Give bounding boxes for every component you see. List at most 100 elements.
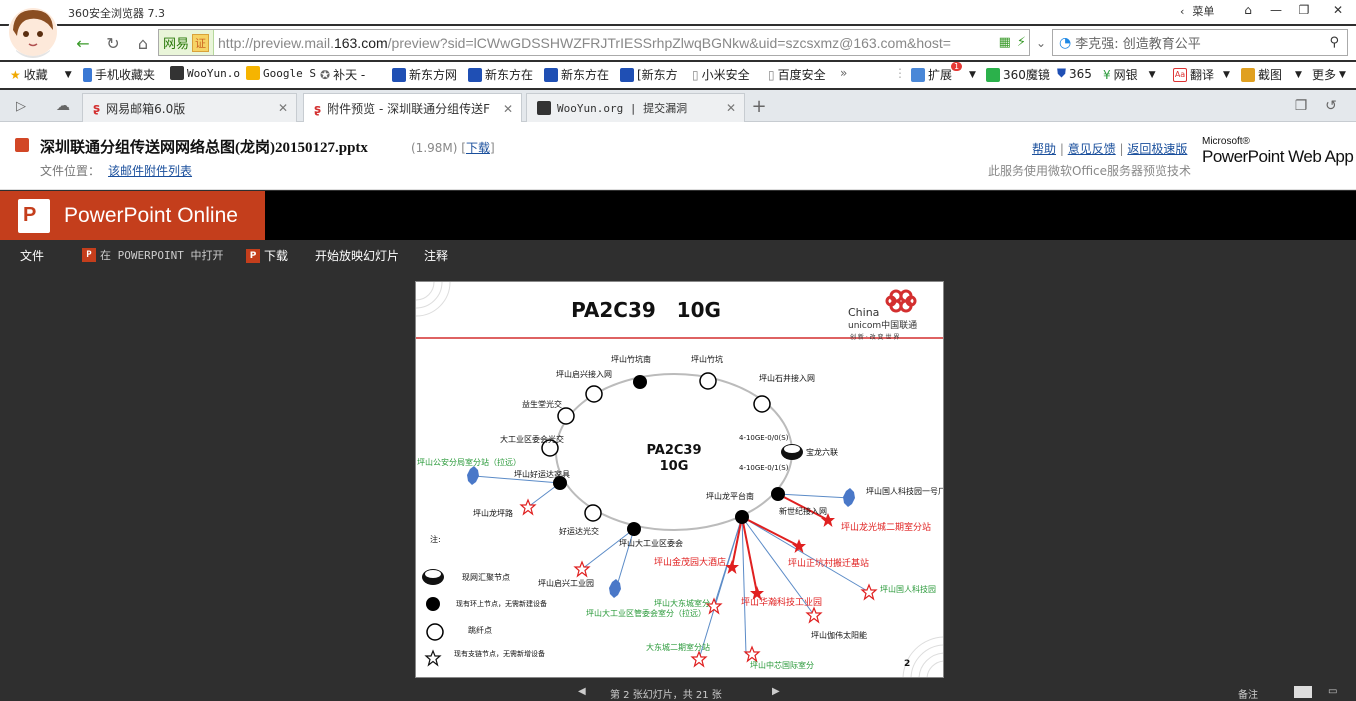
- fav-item-butian[interactable]: ✪ 补天 -: [320, 66, 365, 83]
- menu-button[interactable]: ‹ 菜单: [1180, 0, 1214, 22]
- tab-list-icon[interactable]: ❐: [1288, 93, 1314, 119]
- close-icon[interactable]: ✕: [503, 102, 513, 116]
- home-icon[interactable]: ⌂: [130, 30, 156, 56]
- menu-file[interactable]: 文件: [20, 247, 44, 264]
- address-bar[interactable]: 网易 证 http://preview.mail.163.com/preview…: [158, 29, 1030, 56]
- status-bar: ◀ 第 2 张幻灯片，共 21 张 ▶ 备注 ▭: [0, 686, 1356, 701]
- pin-icon[interactable]: ⌂: [1234, 0, 1262, 20]
- node-black-zhukeng-nan: [633, 375, 647, 389]
- powerpoint-icon: P: [82, 248, 96, 262]
- prev-slide-icon[interactable]: ◀: [578, 686, 586, 697]
- toolbar-365[interactable]: ⛊ 365: [1057, 66, 1092, 81]
- logo-line1: China: [848, 306, 879, 319]
- label-dadong-2: 大东城二期室分站: [646, 642, 710, 652]
- close-icon[interactable]: ✕: [726, 101, 736, 115]
- tool-label: 365: [1069, 66, 1092, 81]
- tool-label: 更多: [1312, 68, 1337, 82]
- legend-hub-icon: [422, 569, 444, 585]
- close-icon[interactable]: ✕: [278, 101, 288, 115]
- close-icon[interactable]: ✕: [1324, 0, 1352, 20]
- label-haoyunda: 坪山好运达家具: [514, 469, 570, 479]
- new-tab-icon[interactable]: +: [746, 93, 772, 119]
- label-port1: 4-10GE-0/0(S): [739, 434, 789, 442]
- corner-decoration-icon: [416, 282, 943, 677]
- menu-open-in-powerpoint[interactable]: P 在 POWERPOINT 中打开: [82, 247, 223, 263]
- fav-item-wooyun[interactable]: WooYun.o: [170, 66, 240, 80]
- toolbar-more[interactable]: 更多 ▼: [1312, 66, 1346, 83]
- label-huahan: 坪山华瀚科技工业园: [741, 596, 822, 608]
- label-longguang: 坪山龙光城二期室分站: [841, 521, 931, 533]
- powerpoint-header: P PowerPoint Online: [0, 191, 1356, 240]
- toolbar-ebank[interactable]: ¥ 网银 ▼: [1103, 66, 1156, 83]
- fav-item-google[interactable]: Google S: [246, 66, 316, 80]
- user-avatar[interactable]: [8, 6, 58, 58]
- powerpoint-brand: P PowerPoint Online: [0, 191, 265, 240]
- slide-page-number: 2: [904, 659, 910, 669]
- lightning-icon[interactable]: ⚡: [1014, 35, 1029, 50]
- node-star-longping-lu-icon: [520, 499, 536, 515]
- fav-item-xdf-4[interactable]: [新东方: [620, 66, 678, 83]
- chevron-down-icon: ▼: [1148, 69, 1156, 80]
- menu-start-slideshow[interactable]: 开始放映幻灯片: [315, 247, 399, 264]
- label-zhukeng-nan: 坪山竹坑南: [611, 354, 651, 364]
- favorites-menu[interactable]: ★ 收藏 ▼: [10, 66, 72, 83]
- fav-item-xdf-2[interactable]: 新东方在: [468, 66, 533, 83]
- cloud-icon[interactable]: ☁: [50, 93, 76, 119]
- undo-close-icon[interactable]: ↺: [1318, 93, 1344, 119]
- navigation-bar: ← ↻ ⌂ 网易 证 http://preview.mail.163.com/p…: [0, 26, 1356, 60]
- legend-item-branch: 现有支链节点，无需新增设备: [454, 649, 545, 658]
- reading-view-icon[interactable]: [1294, 686, 1312, 698]
- fav-label: 百度安全: [777, 68, 826, 82]
- dropdown-chevron-icon[interactable]: ⌄: [1028, 30, 1054, 56]
- tool-label: 截图: [1258, 68, 1283, 82]
- service-note: 此服务使用微软Office服务器预览技术: [988, 164, 1192, 178]
- url-text[interactable]: http://preview.mail.163.com/preview?sid=…: [214, 35, 996, 51]
- attachment-header: 深圳联通分组传送网网络总图(龙岗)20150127.pptx (1.98M) […: [0, 122, 1356, 190]
- next-slide-icon[interactable]: ▶: [772, 686, 780, 697]
- restore-icon[interactable]: ❐: [1290, 0, 1318, 20]
- qrcode-icon[interactable]: ▦: [996, 35, 1014, 50]
- node-star-dadong2-icon: [691, 651, 707, 667]
- tab-wooyun[interactable]: WooYun.org | 提交漏洞 ✕: [526, 93, 745, 122]
- minimize-icon[interactable]: —: [1262, 0, 1290, 20]
- tab-label: 附件预览 - 深圳联通分组传送F: [327, 102, 491, 116]
- fav-item-baidu[interactable]: ▯ 百度安全: [768, 66, 826, 83]
- fav-item-xdf-3[interactable]: 新东方在: [544, 66, 609, 83]
- tool-label: 扩展: [928, 68, 953, 82]
- fav-item-xdf-1[interactable]: 新东方网: [392, 66, 457, 83]
- sidebar-toggle-icon[interactable]: ▷: [8, 93, 34, 119]
- back-icon[interactable]: ←: [70, 30, 96, 56]
- search-box[interactable]: ◔ 李克强: 创造教育公平 ⚲: [1052, 29, 1348, 56]
- url-rest: /preview?sid=lCWwGDSSHWZFRJTrIESSrhpZlwq…: [387, 34, 951, 51]
- feedback-link[interactable]: 意见反馈: [1068, 142, 1116, 156]
- toolbar-mojing[interactable]: 360魔镜: [986, 66, 1050, 83]
- butian-icon: ✪: [320, 67, 331, 82]
- fav-item-mobile[interactable]: 手机收藏夹: [83, 66, 155, 83]
- node-star-qixing-gy-icon: [574, 561, 590, 577]
- fav-overflow-icon[interactable]: »: [840, 66, 847, 80]
- menu-download[interactable]: P 下载: [246, 247, 288, 264]
- security-badge[interactable]: 网易 证: [159, 30, 215, 55]
- fav-item-xiaomi[interactable]: ▯ 小米安全: [692, 66, 750, 83]
- tab-mail[interactable]: ʂ 网易邮箱6.0版 ✕: [82, 93, 297, 122]
- search-icon[interactable]: ⚲: [1329, 35, 1339, 50]
- slide-view-icon[interactable]: ▭: [1328, 686, 1337, 697]
- tab-label: 网易邮箱6.0版: [106, 101, 186, 116]
- menu-comments[interactable]: 注释: [424, 247, 448, 264]
- label-gaowei: 坪山伽伟太阳能: [811, 630, 867, 640]
- toolbar-screenshot[interactable]: 截图 ▼: [1241, 66, 1302, 83]
- label-zhongxin: 坪山中芯国际室分: [750, 660, 814, 670]
- search-engine-icon[interactable]: ◔: [1059, 35, 1071, 51]
- tab-attachment-preview[interactable]: ʂ 附件预览 - 深圳联通分组传送F ✕: [303, 93, 522, 123]
- attachment-list-link[interactable]: 该邮件附件列表: [108, 164, 192, 178]
- download-link[interactable]: 下载: [466, 141, 490, 155]
- fast-version-link[interactable]: 返回极速版: [1127, 142, 1187, 156]
- refresh-icon[interactable]: ↻: [100, 30, 126, 56]
- paw-icon: [620, 67, 634, 82]
- fav-label: 手机收藏夹: [95, 68, 156, 82]
- window-titlebar: 360安全浏览器 7.3 ‹ 菜单 ⌂ — ❐ ✕: [0, 0, 1356, 24]
- label-port2: 4-10GE-0/1(S): [739, 464, 789, 472]
- toolbar-extensions[interactable]: 扩展 1 ▼: [911, 62, 976, 83]
- toolbar-translate[interactable]: Aa 翻译 ▼: [1173, 66, 1230, 83]
- help-link[interactable]: 帮助: [1032, 142, 1056, 156]
